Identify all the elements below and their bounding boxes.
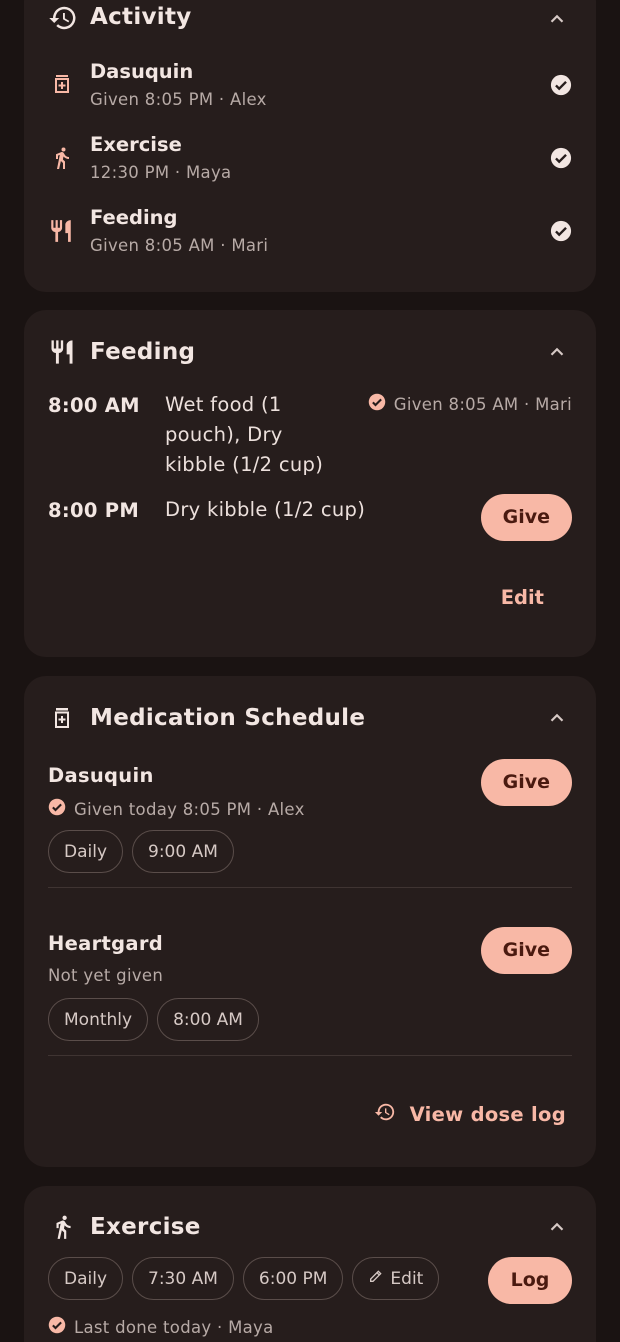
time-chip[interactable]: 9:00 AM	[132, 830, 234, 873]
exercise-chips: Daily 7:30 AM 6:00 PM Edit	[48, 1257, 440, 1300]
feeding-status-text: Given 8:05 AM · Mari	[393, 394, 572, 414]
view-dose-log-button[interactable]: View dose log	[374, 1101, 566, 1128]
pencil-icon	[368, 1259, 384, 1299]
give-button[interactable]: Give	[480, 759, 572, 806]
chevron-up-icon[interactable]	[546, 8, 568, 34]
activity-item-feeding[interactable]: Feeding Given 8:05 AM · Mari	[24, 206, 596, 266]
feeding-desc-line: pouch), Dry	[165, 423, 283, 446]
edit-chip[interactable]: Edit	[352, 1257, 440, 1300]
check-circle-icon	[550, 74, 572, 100]
exercise-status: Last done today · Maya	[48, 1316, 274, 1338]
view-dose-log-label: View dose log	[409, 1103, 566, 1126]
feeding-card: Feeding 8:00 AM Wet food (1 pouch), Dry …	[24, 310, 596, 657]
activity-item-title: Dasuquin	[90, 60, 194, 83]
medication-status-text: Given today 8:05 PM · Alex	[74, 799, 305, 819]
feeding-desc-line: Wet food (1	[165, 393, 282, 416]
feeding-description: Dry kibble (1/2 cup)	[165, 495, 365, 525]
frequency-chip[interactable]: Monthly	[48, 998, 149, 1041]
history-icon	[48, 3, 78, 33]
exercise-status-text: Last done today · Maya	[74, 1317, 274, 1337]
time-chip[interactable]: 6:00 PM	[242, 1257, 344, 1300]
edit-chip-label: Edit	[390, 1268, 424, 1289]
exercise-title: Exercise	[90, 1214, 201, 1240]
feeding-desc-line: kibble (1/2 cup)	[165, 453, 324, 476]
activity-item-dasuquin[interactable]: Dasuquin Given 8:05 PM · Alex	[24, 60, 596, 120]
medication-status: Given today 8:05 PM · Alex	[48, 798, 305, 820]
check-circle-icon	[550, 220, 572, 246]
feeding-description: Wet food (1 pouch), Dry kibble (1/2 cup)	[165, 390, 323, 480]
activity-title: Activity	[90, 4, 192, 30]
medication-name: Dasuquin	[48, 764, 154, 787]
medication-title: Medication Schedule	[90, 705, 366, 731]
activity-item-title: Exercise	[90, 133, 182, 156]
check-circle-icon	[550, 147, 572, 173]
feeding-title: Feeding	[90, 339, 196, 365]
medication-name: Heartgard	[48, 932, 164, 955]
time-chip[interactable]: 8:00 AM	[157, 998, 259, 1041]
chevron-up-icon[interactable]	[546, 1216, 568, 1242]
medication-chips: Monthly 8:00 AM	[48, 998, 259, 1041]
activity-item-subtitle: Given 8:05 AM · Mari	[90, 236, 269, 255]
activity-item-exercise[interactable]: Exercise 12:30 PM · Maya	[24, 133, 596, 193]
chevron-up-icon[interactable]	[546, 707, 568, 733]
chevron-up-icon[interactable]	[546, 341, 568, 367]
frequency-chip[interactable]: Daily	[48, 830, 124, 873]
edit-button[interactable]: Edit	[501, 586, 544, 609]
restaurant-icon	[48, 338, 76, 366]
feeding-desc-line: Dry kibble (1/2 cup)	[165, 498, 366, 521]
activity-card: Activity Dasuquin Given 8:05 PM · Alex E…	[24, 0, 596, 292]
medication-icon	[50, 72, 74, 96]
history-icon	[374, 1101, 396, 1128]
give-button[interactable]: Give	[480, 494, 572, 541]
check-circle-icon	[48, 1316, 66, 1338]
feeding-time: 8:00 AM	[48, 394, 140, 417]
restaurant-icon	[48, 218, 74, 244]
divider	[48, 887, 572, 888]
check-circle-icon	[48, 798, 66, 820]
walk-icon	[50, 145, 74, 171]
medication-chips: Daily 9:00 AM	[48, 830, 234, 873]
exercise-card: Exercise Daily 7:30 AM 6:00 PM Edit Log …	[24, 1186, 596, 1342]
medication-status-text: Not yet given	[48, 966, 164, 985]
log-button[interactable]: Log	[488, 1257, 572, 1304]
time-chip[interactable]: 7:30 AM	[132, 1257, 234, 1300]
walk-icon	[50, 1212, 76, 1242]
frequency-chip[interactable]: Daily	[48, 1257, 124, 1300]
medication-card: Medication Schedule Dasuquin Given today…	[24, 676, 596, 1167]
activity-item-title: Feeding	[90, 206, 178, 229]
medication-status: Not yet given	[48, 966, 163, 985]
check-circle-icon	[368, 393, 386, 415]
activity-item-subtitle: Given 8:05 PM · Alex	[90, 90, 267, 109]
divider	[48, 1055, 572, 1056]
feeding-time: 8:00 PM	[48, 499, 140, 522]
medication-icon	[50, 705, 74, 731]
activity-item-subtitle: 12:30 PM · Maya	[90, 163, 232, 182]
give-button[interactable]: Give	[480, 927, 572, 974]
feeding-status: Given 8:05 AM · Mari	[368, 393, 572, 415]
